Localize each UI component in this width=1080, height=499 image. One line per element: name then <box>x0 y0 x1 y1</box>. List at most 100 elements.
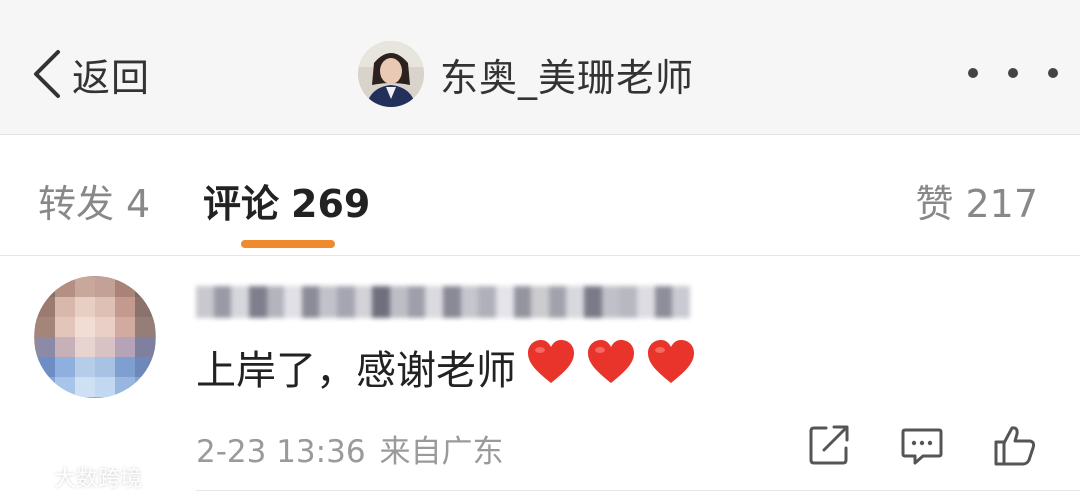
blur-segment <box>284 286 302 318</box>
blur-segment <box>601 286 620 318</box>
avatar-mosaic-tile <box>95 357 115 377</box>
avatar-mosaic-tile <box>35 317 55 337</box>
avatar-mosaic-tile <box>115 277 135 297</box>
tab-comments-count: 269 <box>291 182 371 226</box>
avatar-mosaic-tile <box>55 317 75 337</box>
comment-body: 上岸了，感谢老师 <box>196 338 696 396</box>
blur-segment <box>513 286 532 318</box>
blur-segment <box>425 286 443 318</box>
blur-segment <box>531 286 549 318</box>
blur-segment <box>372 286 391 318</box>
commenter-avatar[interactable] <box>34 276 156 398</box>
avatar-mosaic-tile <box>55 297 75 317</box>
avatar-mosaic-tile <box>95 317 115 337</box>
author-header[interactable]: 东奥_美珊老师 <box>358 40 694 108</box>
avatar-mosaic-tile <box>95 277 115 297</box>
avatar-mosaic-tile <box>95 377 115 397</box>
comment-text: 上岸了，感谢老师 <box>196 348 516 394</box>
avatar-mosaic-tile <box>35 297 55 317</box>
avatar-mosaic-tile <box>115 377 135 397</box>
blur-segment <box>442 286 461 318</box>
avatar-mosaic-tile <box>55 277 75 297</box>
author-name: 东奥_美珊老师 <box>440 55 695 100</box>
more-dots-icon[interactable] <box>968 58 1058 88</box>
blur-segment <box>478 286 496 318</box>
tab-likes-label: 赞 <box>915 182 954 226</box>
blur-segment <box>584 286 602 318</box>
avatar-mosaic-tile <box>35 357 55 377</box>
heart-icon <box>646 339 696 385</box>
blur-segment <box>354 286 373 318</box>
blur-segment <box>301 286 320 318</box>
comment-timestamp: 2-23 13:36 <box>196 434 366 470</box>
avatar-mosaic-tile <box>115 357 135 377</box>
back-button[interactable]: 返回 <box>30 46 150 102</box>
avatar-mosaic-tile <box>75 297 95 317</box>
avatar-mosaic-tile <box>75 277 95 297</box>
avatar-mosaic-tile <box>55 377 75 397</box>
avatar-mosaic-tile <box>75 337 95 357</box>
avatar-mosaic-tile <box>95 297 115 317</box>
tab-reposts[interactable]: 转发 4 <box>38 173 150 228</box>
like-icon[interactable] <box>992 422 1038 468</box>
avatar-mosaic-tile <box>135 297 155 317</box>
avatar-mosaic-tile <box>95 337 115 357</box>
author-avatar[interactable] <box>358 41 424 107</box>
avatar-mosaic-tile <box>35 377 55 397</box>
reply-icon[interactable] <box>899 422 945 468</box>
blur-segment <box>407 286 426 318</box>
avatar-mosaic-tile <box>115 337 135 357</box>
blur-segment <box>337 286 355 318</box>
blur-segment <box>495 286 514 318</box>
avatar-mosaic-tile <box>135 277 155 297</box>
divider <box>196 490 1080 491</box>
comment-source: 来自广东 <box>379 434 504 470</box>
blur-segment <box>619 286 638 318</box>
heart-icon <box>526 339 576 385</box>
blur-segment <box>231 286 249 318</box>
avatar-mosaic-tile <box>35 277 55 297</box>
blur-segment <box>637 286 655 318</box>
watermark: 大数跨境 <box>6 460 143 494</box>
avatar-mosaic-tile <box>115 297 135 317</box>
tab-likes[interactable]: 赞 217 <box>915 173 1038 228</box>
tab-reposts-label: 转发 <box>38 182 115 226</box>
avatar-mosaic-tile <box>135 357 155 377</box>
heart-icon <box>586 339 636 385</box>
tab-likes-count: 217 <box>965 182 1038 226</box>
avatar-mosaic-tile <box>115 317 135 337</box>
blur-segment <box>266 286 285 318</box>
chevron-left-icon <box>30 48 64 100</box>
commenter-name-blurred[interactable] <box>196 286 690 318</box>
tab-comments-label: 评论 <box>203 182 280 226</box>
active-tab-indicator <box>241 240 335 248</box>
avatar-mosaic-tile <box>135 317 155 337</box>
watermark-text: 大数跨境 <box>54 467 143 492</box>
comment-item: 上岸了，感谢老师 2-23 13:36 来自广东 <box>0 256 1080 499</box>
avatar-mosaic-tile <box>35 337 55 357</box>
avatar-mosaic-tile <box>55 357 75 377</box>
blur-segment <box>654 286 673 318</box>
blur-segment <box>548 286 567 318</box>
blur-segment <box>248 286 267 318</box>
share-icon[interactable] <box>806 422 852 468</box>
interaction-tabs: 转发 4 评论 269 赞 217 <box>0 135 1080 256</box>
back-label: 返回 <box>72 55 151 100</box>
watermark-logo-icon <box>6 460 54 494</box>
comment-meta: 2-23 13:36 来自广东 <box>196 426 504 471</box>
avatar-mosaic-tile <box>75 377 95 397</box>
tab-comments[interactable]: 评论 269 <box>203 173 370 228</box>
blur-segment <box>390 286 408 318</box>
blur-segment <box>566 286 585 318</box>
blur-segment <box>319 286 338 318</box>
avatar-mosaic-tile <box>55 337 75 357</box>
tab-reposts-count: 4 <box>126 182 151 226</box>
avatar-mosaic-tile <box>75 357 95 377</box>
heart-emoji-group <box>516 339 696 395</box>
blur-segment <box>672 286 690 318</box>
blur-segment <box>213 286 232 318</box>
avatar-mosaic-tile <box>75 317 95 337</box>
blur-segment <box>196 286 214 318</box>
avatar-mosaic-tile <box>135 337 155 357</box>
blur-segment <box>460 286 479 318</box>
